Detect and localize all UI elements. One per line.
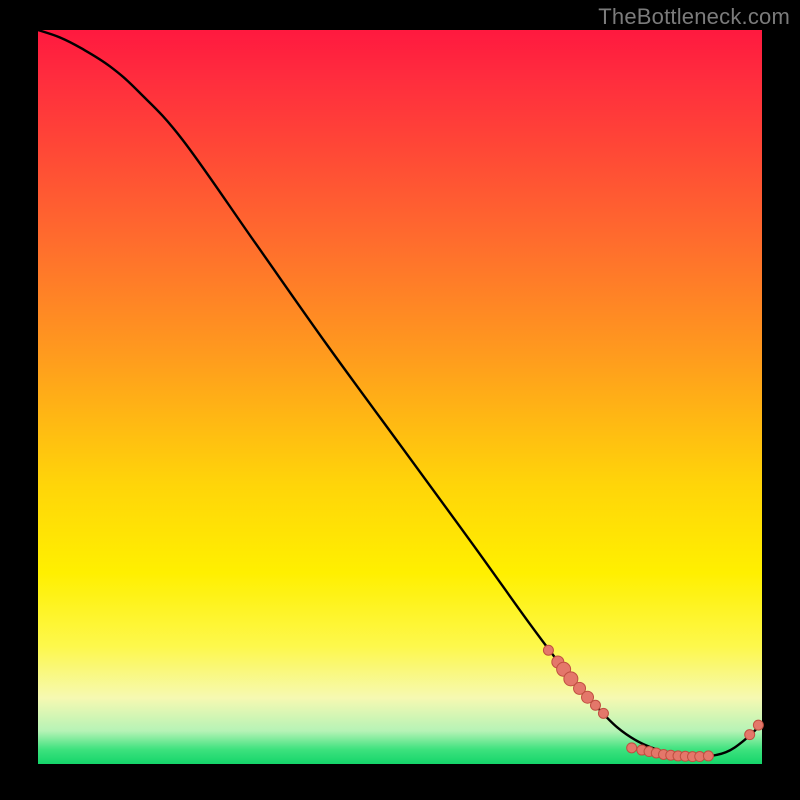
chart-stage: TheBottleneck.com [0,0,800,800]
data-point [703,751,713,761]
data-point [753,720,763,730]
data-point [598,708,608,718]
data-point [543,645,553,655]
plot-area [38,30,762,764]
data-point [745,730,755,740]
data-point [590,700,600,710]
data-points-group [543,645,763,761]
bottleneck-curve [38,30,762,757]
data-point [627,743,637,753]
chart-overlay [38,30,762,764]
attribution-label: TheBottleneck.com [598,4,790,30]
